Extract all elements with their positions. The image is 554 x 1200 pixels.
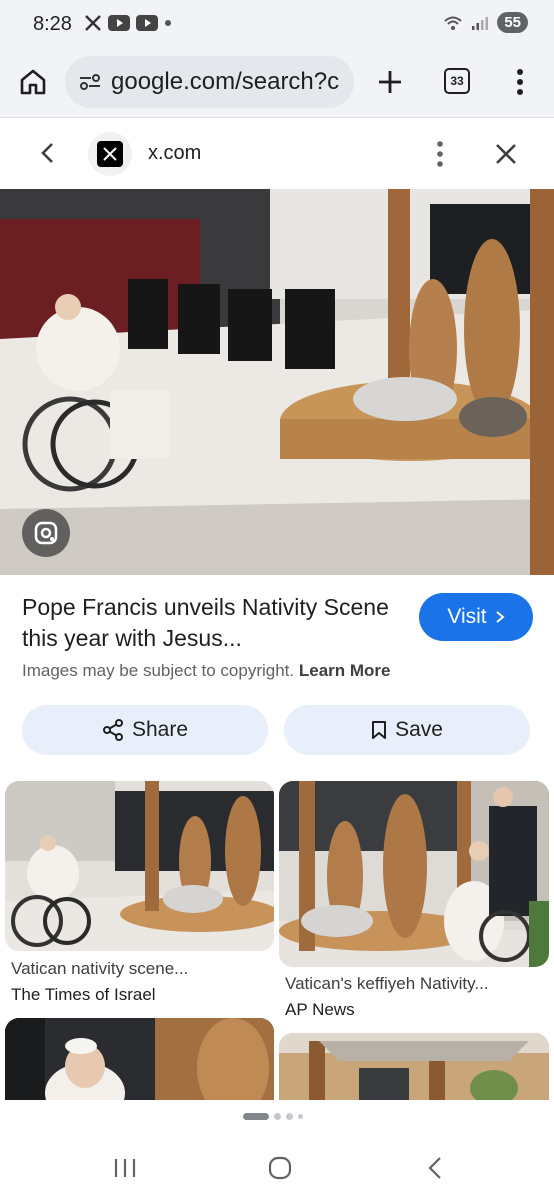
signal-icon [472,16,489,30]
system-icons: 55 [443,12,528,33]
site-name[interactable]: x.com [148,142,201,165]
related-thumbnail [5,1018,274,1100]
browser-toolbar: google.com/search?c 33 [0,50,554,118]
status-time: 8:28 [33,13,72,35]
visit-label: Visit [447,605,487,628]
home-icon[interactable] [18,67,48,97]
address-bar[interactable]: google.com/search?c [65,56,354,108]
site-favicon [88,132,132,176]
related-title: Vatican nativity scene... [11,959,189,978]
pager-dot [286,1113,293,1120]
url-text: google.com/search?c [111,68,340,95]
related-source: AP News [285,1000,355,1019]
recents-icon[interactable] [113,1157,137,1179]
x-logo-icon [97,141,123,167]
dot-icon [165,20,171,26]
x-app-icon [85,15,101,31]
youtube-icon [108,15,130,31]
tab-switcher-button[interactable]: 33 [444,68,470,94]
notification-icons [84,14,172,32]
related-thumbnail [279,1033,549,1100]
wifi-icon [444,16,462,30]
related-title: Vatican's keffiyeh Nativity... [285,974,489,993]
youtube-icon [136,15,158,31]
share-label: Share [131,718,189,741]
close-icon[interactable] [493,141,519,167]
related-thumbnail [279,781,549,967]
home-nav-icon[interactable] [268,1156,292,1180]
pager-dot-active [243,1113,269,1120]
status-bar: 8:28 55 [0,0,554,50]
back-nav-icon[interactable] [427,1156,443,1180]
copyright-text: Images may be subject to copyright. [22,661,295,680]
related-result-card[interactable]: Vatican's keffiyeh Nativity... AP News [279,781,549,1021]
google-lens-button[interactable] [22,509,70,557]
site-info-icon[interactable] [79,73,101,91]
save-button[interactable]: Save [284,705,530,755]
carousel-pager [243,1113,303,1120]
more-vert-icon[interactable] [510,66,530,98]
chevron-right-icon [496,611,505,623]
copyright-notice: Images may be subject to copyright. Lear… [22,661,391,681]
related-thumbnail [5,781,274,951]
system-nav-bar [0,1135,554,1200]
more-vert-icon[interactable] [430,139,450,169]
visit-button[interactable]: Visit [419,593,533,641]
image-title[interactable]: Pope Francis unveils Nativity Scene this… [22,592,402,654]
bookmark-icon [372,721,387,739]
share-icon [102,719,123,741]
image-viewer-header: x.com [0,119,554,189]
save-label: Save [395,718,443,741]
nativity-photo [0,189,554,575]
related-result-card[interactable] [279,1033,549,1100]
related-result-card[interactable] [5,1018,274,1100]
battery-icon: 55 [497,12,528,33]
share-button[interactable]: Share [22,705,268,755]
pager-dot [298,1114,303,1119]
lens-icon [34,521,58,545]
chevron-left-icon[interactable] [36,141,60,165]
new-tab-icon[interactable] [374,66,406,98]
related-result-card[interactable]: Vatican nativity scene... The Times of I… [5,781,274,1011]
main-image[interactable] [0,189,554,575]
pager-dot [274,1113,281,1120]
related-source: The Times of Israel [11,985,156,1004]
learn-more-link[interactable]: Learn More [299,661,391,680]
